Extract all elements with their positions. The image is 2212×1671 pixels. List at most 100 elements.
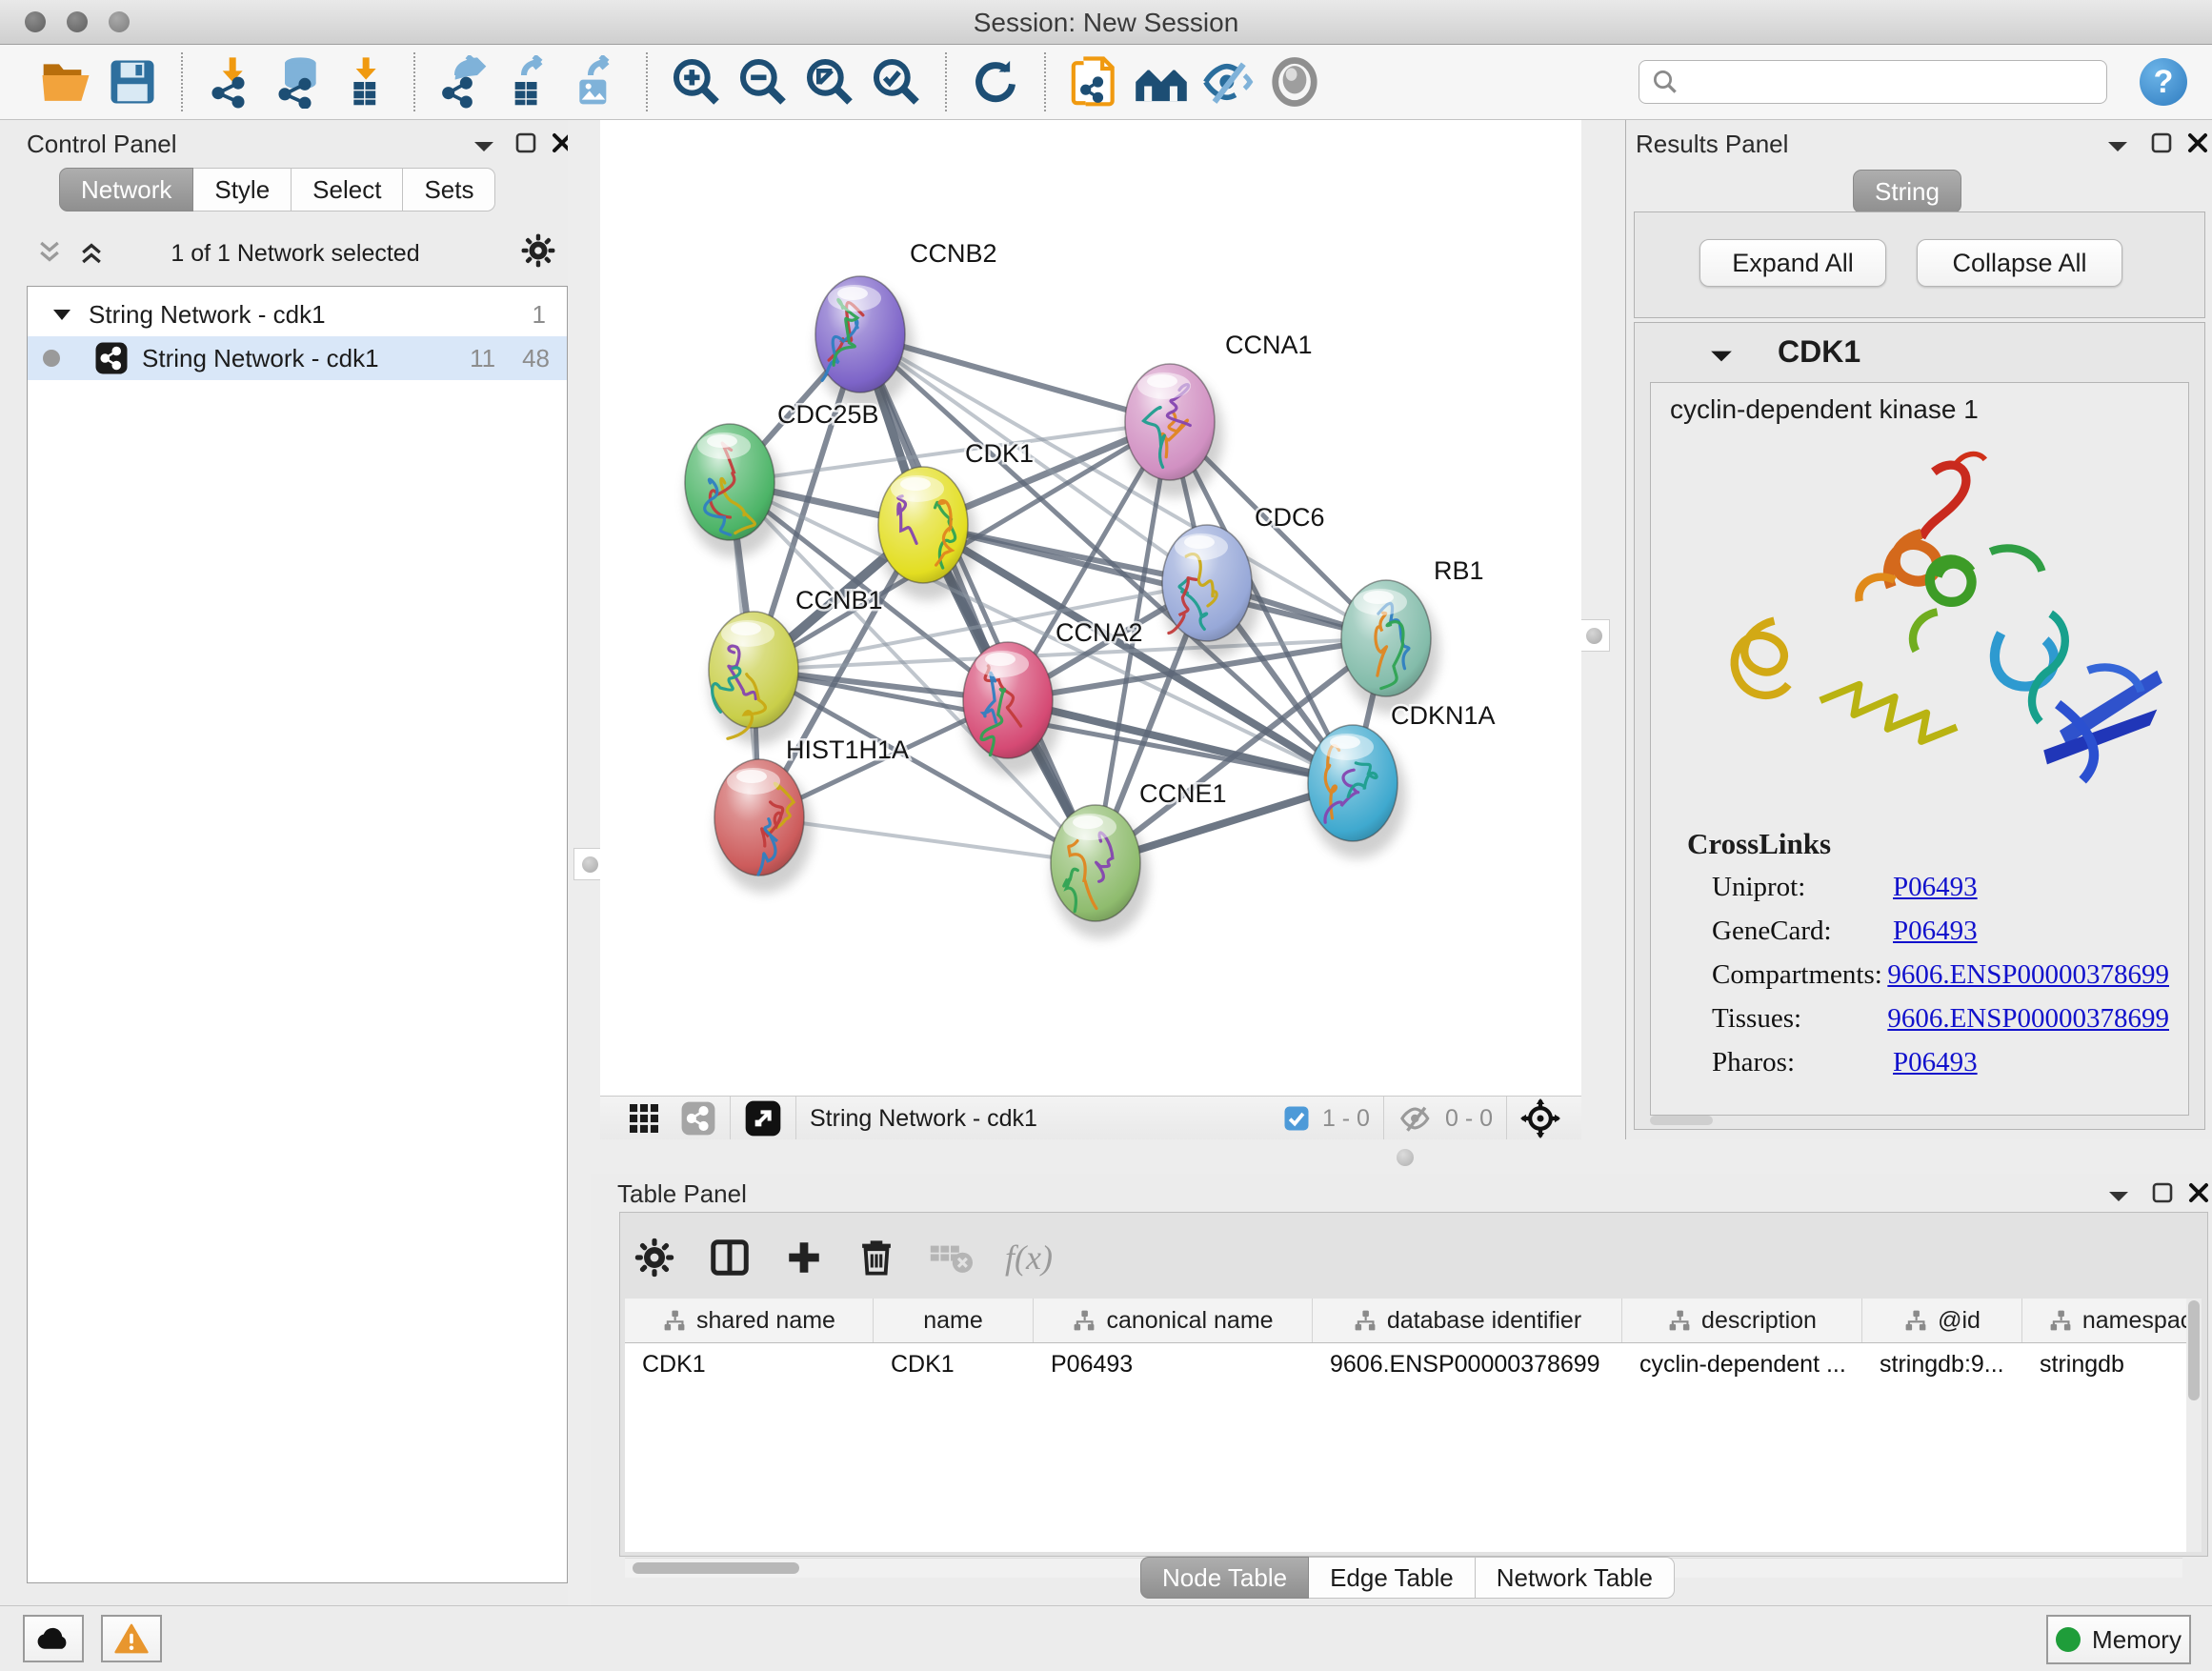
save-session-icon[interactable]	[99, 50, 166, 114]
export-network-icon[interactable]	[431, 50, 497, 114]
string-home-icon[interactable]	[1128, 50, 1195, 114]
panel-menu-icon[interactable]	[2106, 139, 2129, 154]
tab-string[interactable]: String	[1853, 170, 1961, 213]
zoom-selected-icon[interactable]	[863, 50, 930, 114]
bottom-splitter-handle[interactable]	[1397, 1149, 1414, 1166]
panel-close-icon[interactable]	[2187, 1181, 2210, 1204]
function-builder-icon[interactable]: f(x)	[1005, 1238, 1053, 1278]
node-label-CCNA1: CCNA1	[1225, 331, 1313, 359]
add-column-icon[interactable]	[784, 1238, 824, 1278]
import-table-file-icon[interactable]	[332, 50, 398, 114]
delete-table-icon[interactable]	[929, 1238, 973, 1277]
warnings-button[interactable]	[101, 1615, 162, 1662]
table-cell[interactable]: CDK1	[874, 1351, 1034, 1379]
crosslink-label: GeneCard:	[1712, 916, 1893, 947]
crosslink-link[interactable]: 9606.ENSP00000378699	[1887, 1003, 2169, 1035]
toolbar-separator	[413, 52, 415, 111]
network-row-selected[interactable]: String Network - cdk1 11 48	[28, 336, 567, 380]
table-row[interactable]: CDK1CDK1P064939606.ENSP00000378699cyclin…	[625, 1343, 2188, 1385]
share-document-icon[interactable]	[1061, 50, 1128, 114]
column-header-canonical-name[interactable]: canonical name	[1034, 1299, 1313, 1342]
table-vscrollbar[interactable]	[2186, 1299, 2202, 1552]
vscroll-thumb[interactable]	[2188, 1300, 2200, 1400]
tab-network[interactable]: Network	[59, 168, 193, 211]
zoom-in-icon[interactable]	[663, 50, 730, 114]
table-cell[interactable]: stringdb:9...	[1862, 1351, 2022, 1379]
tab-style[interactable]: Style	[193, 168, 292, 211]
column-header-shared-name[interactable]: shared name	[625, 1299, 874, 1342]
grid-view-icon[interactable]	[627, 1101, 661, 1136]
panel-menu-icon[interactable]	[473, 139, 495, 154]
export-image-icon[interactable]	[564, 50, 631, 114]
crosslink-link[interactable]: 9606.ENSP00000378699	[1887, 959, 2169, 991]
expand-all-button[interactable]: Expand All	[1699, 239, 1886, 287]
detach-view-icon[interactable]	[744, 1099, 782, 1137]
network-tree: String Network - cdk1 1 String Network -…	[27, 286, 568, 1583]
hidden-eye-icon[interactable]	[1398, 1102, 1434, 1135]
expand-all-icon[interactable]	[76, 238, 107, 267]
tab-node-table[interactable]: Node Table	[1140, 1557, 1309, 1599]
table-cell[interactable]: stringdb	[2022, 1351, 2188, 1379]
table-cell[interactable]: 9606.ENSP00000378699	[1313, 1351, 1622, 1379]
entry-hscroll-thumb[interactable]	[1650, 1116, 1713, 1125]
column-header-database-identifier[interactable]: database identifier	[1313, 1299, 1622, 1342]
birdseye-crosshair-icon[interactable]	[1520, 1098, 1560, 1138]
table-cell[interactable]: CDK1	[625, 1351, 874, 1379]
tab-select[interactable]: Select	[292, 168, 403, 211]
control-panel-title: Control Panel	[27, 130, 177, 159]
import-network-file-icon[interactable]	[198, 50, 265, 114]
show-columns-icon[interactable]	[708, 1236, 752, 1279]
toolbar-separator	[945, 52, 947, 111]
search-input[interactable]	[1689, 67, 2095, 98]
crosslink-link[interactable]: P06493	[1893, 872, 1978, 903]
table-header-row[interactable]: shared namenamecanonical namedatabase id…	[625, 1299, 2188, 1343]
table-settings-gear-icon[interactable]	[633, 1237, 675, 1278]
hide-unhide-icon[interactable]	[1195, 50, 1261, 114]
string-network-graph[interactable]: CCNB2CCNA1CDC25BCDK1CDC6RB1CCNB1CCNA2CDK…	[600, 120, 1581, 1096]
zoom-out-icon[interactable]	[730, 50, 796, 114]
export-table-icon[interactable]	[497, 50, 564, 114]
zoom-fit-icon[interactable]	[796, 50, 863, 114]
entry-collapse-icon[interactable]	[1709, 348, 1734, 365]
tab-network-table[interactable]: Network Table	[1476, 1557, 1675, 1599]
column-header--id[interactable]: @id	[1862, 1299, 2022, 1342]
panel-float-icon[interactable]	[2151, 1181, 2174, 1204]
collapse-all-button[interactable]: Collapse All	[1917, 239, 2122, 287]
help-icon[interactable]: ?	[2140, 58, 2187, 106]
cloud-button[interactable]	[23, 1615, 84, 1662]
panel-close-icon[interactable]	[2186, 131, 2209, 154]
open-session-icon[interactable]	[32, 50, 99, 114]
tab-edge-table[interactable]: Edge Table	[1309, 1557, 1476, 1599]
hscroll-thumb[interactable]	[633, 1562, 799, 1574]
crosslink-link[interactable]: P06493	[1893, 916, 1978, 947]
refresh-icon[interactable]	[962, 50, 1029, 114]
table-cell[interactable]: cyclin-dependent ...	[1622, 1351, 1862, 1379]
network-canvas[interactable]: CCNB2CCNA1CDC25BCDK1CDC6RB1CCNB1CCNA2CDK…	[600, 120, 1581, 1096]
panel-float-icon[interactable]	[2150, 131, 2173, 154]
tab-sets[interactable]: Sets	[403, 168, 495, 211]
collapse-all-icon[interactable]	[34, 238, 65, 267]
memory-button[interactable]: Memory	[2046, 1615, 2191, 1664]
right-splitter-handle[interactable]	[1578, 619, 1610, 652]
column-header-description[interactable]: description	[1622, 1299, 1862, 1342]
cloud-icon	[34, 1624, 72, 1653]
tree-expand-icon[interactable]	[52, 308, 71, 322]
crosslink-label: Compartments:	[1712, 959, 1887, 991]
table-cell[interactable]: P06493	[1034, 1351, 1313, 1379]
crosslink-link[interactable]: P06493	[1893, 1047, 1978, 1078]
network-options-gear-icon[interactable]	[520, 232, 556, 269]
network-view-share-icon[interactable]	[680, 1100, 716, 1137]
results-panel-title: Results Panel	[1636, 130, 1788, 159]
node-label-CDC6: CDC6	[1255, 503, 1325, 532]
column-header-namespace[interactable]: namespace	[2022, 1299, 2188, 1342]
import-network-database-icon[interactable]	[265, 50, 332, 114]
delete-column-trash-icon[interactable]	[856, 1238, 896, 1278]
highlight-icon[interactable]	[1261, 50, 1328, 114]
network-collection-row[interactable]: String Network - cdk1 1	[28, 292, 567, 336]
table-body[interactable]: CDK1CDK1P064939606.ENSP00000378699cyclin…	[625, 1343, 2188, 1385]
main-toolbar: ?	[0, 45, 2212, 120]
panel-float-icon[interactable]	[514, 131, 537, 154]
selected-checkbox-icon[interactable]	[1282, 1104, 1311, 1133]
panel-menu-icon[interactable]	[2107, 1189, 2130, 1204]
column-header-name[interactable]: name	[874, 1299, 1034, 1342]
